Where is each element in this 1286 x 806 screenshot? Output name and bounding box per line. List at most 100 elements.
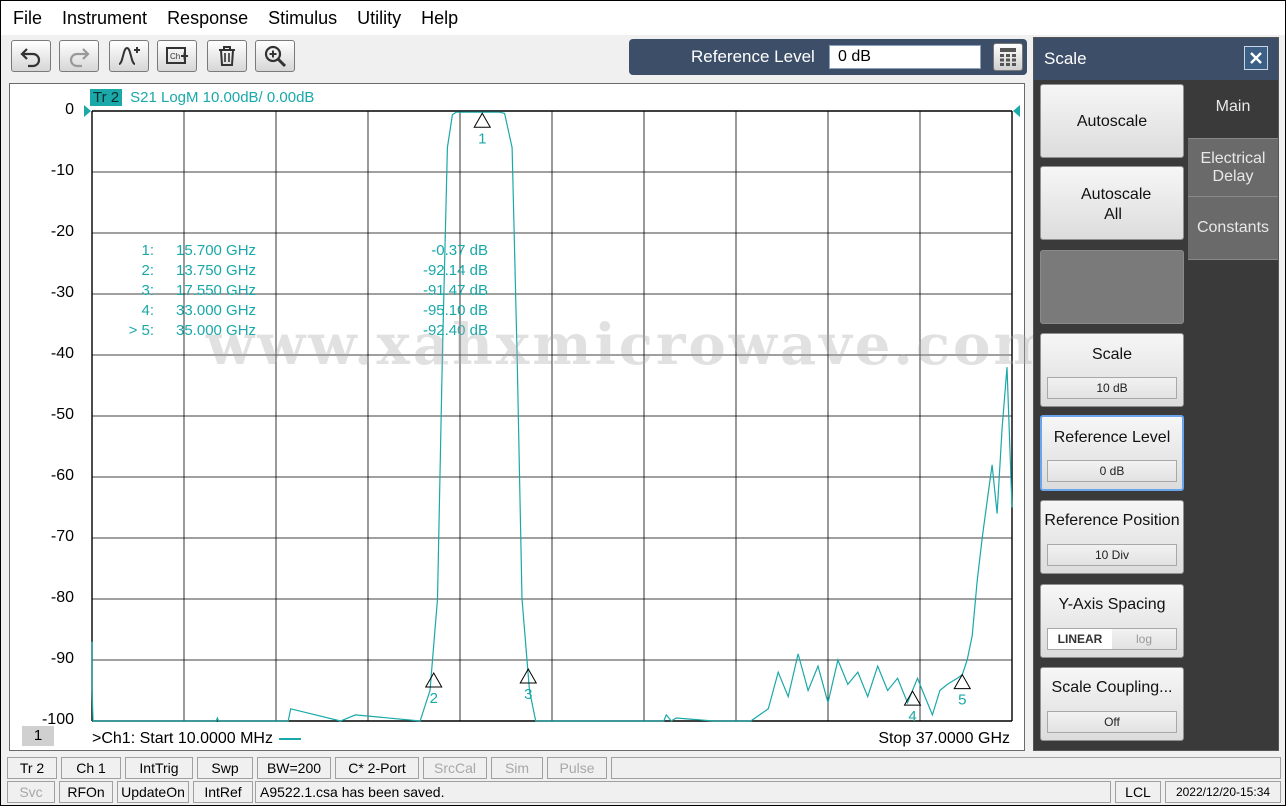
marker-readout-id: 2: bbox=[141, 262, 154, 279]
marker-triangle bbox=[473, 112, 492, 128]
scale-value: 10 dB bbox=[1047, 377, 1177, 399]
reference-level-button[interactable]: Reference Level 0 dB bbox=[1040, 415, 1184, 491]
status-trace[interactable]: Tr 2 bbox=[7, 757, 57, 779]
delete-icon bbox=[219, 46, 235, 66]
y-axis-spacing-label: Y-Axis Spacing bbox=[1058, 596, 1166, 613]
status-pulse[interactable]: Pulse bbox=[547, 757, 607, 779]
entry-toolbar: Reference Level 0 dB bbox=[629, 39, 1027, 75]
tab-electrical-delay[interactable]: Electrical Delay bbox=[1188, 138, 1278, 197]
status-lcl[interactable]: LCL bbox=[1115, 781, 1161, 803]
blank-softkey bbox=[1040, 250, 1184, 324]
marker-readout-id: 1: bbox=[141, 242, 154, 259]
scale-panel: Scale Main Electrical Delay Constants Au… bbox=[1033, 37, 1279, 751]
menu-file[interactable]: File bbox=[1, 1, 52, 35]
status-sim[interactable]: Sim bbox=[491, 757, 543, 779]
menu-stimulus[interactable]: Stimulus bbox=[258, 1, 347, 35]
add-channel-icon: Ch bbox=[166, 47, 188, 64]
reference-position-button[interactable]: Reference Position 10 Div bbox=[1040, 500, 1184, 574]
scale-panel-header: Scale bbox=[1034, 38, 1278, 80]
start-frequency-label[interactable]: >Ch1: Start 10.0000 MHz bbox=[92, 730, 301, 748]
menu-instrument[interactable]: Instrument bbox=[52, 1, 157, 35]
spacing-linear-option[interactable]: LINEAR bbox=[1048, 629, 1112, 649]
trace-legend-line bbox=[278, 737, 301, 740]
channel-badge[interactable]: 1 bbox=[22, 726, 54, 746]
menu-help[interactable]: Help bbox=[411, 1, 468, 35]
tab-main-label: Main bbox=[1215, 98, 1251, 115]
plot-panel[interactable]: 1 2 3 4 5 Tr 2 S21 LogM 10.00dB/ 0.00dB 0 -10 -… bbox=[9, 83, 1053, 751]
status-trigger[interactable]: IntTrig bbox=[125, 757, 193, 779]
svg-text:Ch: Ch bbox=[170, 52, 180, 61]
status-calibration[interactable]: C* 2-Port bbox=[335, 757, 419, 779]
keypad-button[interactable] bbox=[993, 43, 1023, 71]
y-tick-label: -20 bbox=[50, 223, 74, 240]
status-rf-on[interactable]: RFOn bbox=[59, 781, 113, 803]
start-frequency-text: >Ch1: Start 10.0000 MHz bbox=[92, 730, 273, 747]
reference-level-label: Reference Level bbox=[1053, 429, 1171, 446]
marker-label: 3 bbox=[524, 686, 532, 703]
marker-readout-value: -91.47 dB bbox=[422, 282, 488, 299]
reference-level-value: 0 dB bbox=[1047, 460, 1177, 482]
zoom-button[interactable] bbox=[255, 40, 295, 72]
y-axis-spacing-toggle[interactable]: LINEAR log bbox=[1047, 628, 1177, 650]
toolbar: Ch Reference Level 0 dB bbox=[1, 35, 1033, 81]
marker-label: 2 bbox=[430, 690, 438, 707]
marker-readout-id: 4: bbox=[141, 302, 154, 319]
status-srccal[interactable]: SrcCal bbox=[423, 757, 487, 779]
autoscale-label: Autoscale bbox=[1076, 113, 1148, 130]
undo-button[interactable] bbox=[11, 40, 51, 72]
status-bandwidth[interactable]: BW=200 bbox=[257, 757, 331, 779]
delete-button[interactable] bbox=[207, 40, 247, 72]
y-tick-label: -50 bbox=[50, 406, 74, 423]
scale-label: Scale bbox=[1091, 346, 1133, 363]
y-axis-spacing-button[interactable]: Y-Axis Spacing LINEAR log bbox=[1040, 584, 1184, 658]
menu-utility[interactable]: Utility bbox=[347, 1, 411, 35]
marker-label: 5 bbox=[958, 692, 966, 709]
y-tick-label: -70 bbox=[50, 528, 74, 545]
marker-readout-frequency: 17.550 GHz bbox=[176, 282, 257, 299]
add-channel-button[interactable]: Ch bbox=[157, 40, 197, 72]
y-tick-label: -40 bbox=[50, 345, 74, 362]
watermark: www.xahxmicrowave.com bbox=[206, 312, 1056, 378]
autoscale-all-button[interactable]: Autoscale All bbox=[1040, 166, 1184, 240]
menu-response[interactable]: Response bbox=[157, 1, 258, 35]
entry-label: Reference Level bbox=[691, 47, 815, 66]
y-tick-label: -90 bbox=[50, 650, 74, 667]
reference-position-label: Reference Position bbox=[1044, 512, 1180, 529]
marker-readout-frequency: 13.750 GHz bbox=[176, 262, 257, 279]
spacing-log-option[interactable]: log bbox=[1112, 629, 1176, 649]
tab-constants-label: Constants bbox=[1196, 219, 1270, 236]
trace-plot[interactable]: 1 2 3 4 5 bbox=[10, 84, 1024, 750]
close-icon bbox=[1250, 52, 1262, 64]
stop-frequency-label[interactable]: Stop 37.0000 GHz bbox=[878, 730, 1010, 748]
reference-level-input[interactable]: 0 dB bbox=[829, 45, 981, 69]
marker-triangle bbox=[953, 673, 972, 690]
status-message: A9522.1.csa has been saved. bbox=[255, 781, 1111, 803]
app-window: File Instrument Response Stimulus Utilit… bbox=[0, 0, 1286, 806]
scale-button[interactable]: Scale 10 dB bbox=[1040, 333, 1184, 407]
scale-panel-title: Scale bbox=[1044, 49, 1087, 68]
tab-constants[interactable]: Constants bbox=[1188, 196, 1278, 260]
redo-icon bbox=[69, 48, 90, 68]
reference-level-arrow-left bbox=[84, 105, 91, 117]
marker-readout-value: -92.14 dB bbox=[422, 262, 488, 279]
status-datetime: 2022/12/20-15:34 bbox=[1165, 781, 1281, 803]
status-channel[interactable]: Ch 1 bbox=[61, 757, 121, 779]
trace-tag[interactable]: Tr 2 bbox=[90, 89, 123, 106]
marker-triangle bbox=[424, 672, 443, 688]
autoscale-button[interactable]: Autoscale bbox=[1040, 84, 1184, 158]
status-int-ref[interactable]: IntRef bbox=[193, 781, 253, 803]
status-service[interactable]: Svc bbox=[7, 781, 55, 803]
scale-coupling-value: Off bbox=[1047, 711, 1177, 733]
scale-coupling-button[interactable]: Scale Coupling... Off bbox=[1040, 667, 1184, 741]
close-button[interactable] bbox=[1244, 46, 1268, 70]
y-tick-label: -10 bbox=[50, 162, 74, 179]
autoscale-all-label: Autoscale All bbox=[1081, 186, 1152, 223]
trace-header[interactable]: Tr 2 S21 LogM 10.00dB/ 0.00dB bbox=[90, 89, 314, 106]
status-update-on[interactable]: UpdateOn bbox=[117, 781, 189, 803]
zoom-icon bbox=[264, 45, 287, 68]
add-marker-icon bbox=[118, 46, 140, 65]
redo-button[interactable] bbox=[59, 40, 99, 72]
marker-label: 4 bbox=[908, 708, 916, 725]
status-sweep[interactable]: Swp bbox=[197, 757, 253, 779]
add-marker-button[interactable] bbox=[109, 40, 149, 72]
